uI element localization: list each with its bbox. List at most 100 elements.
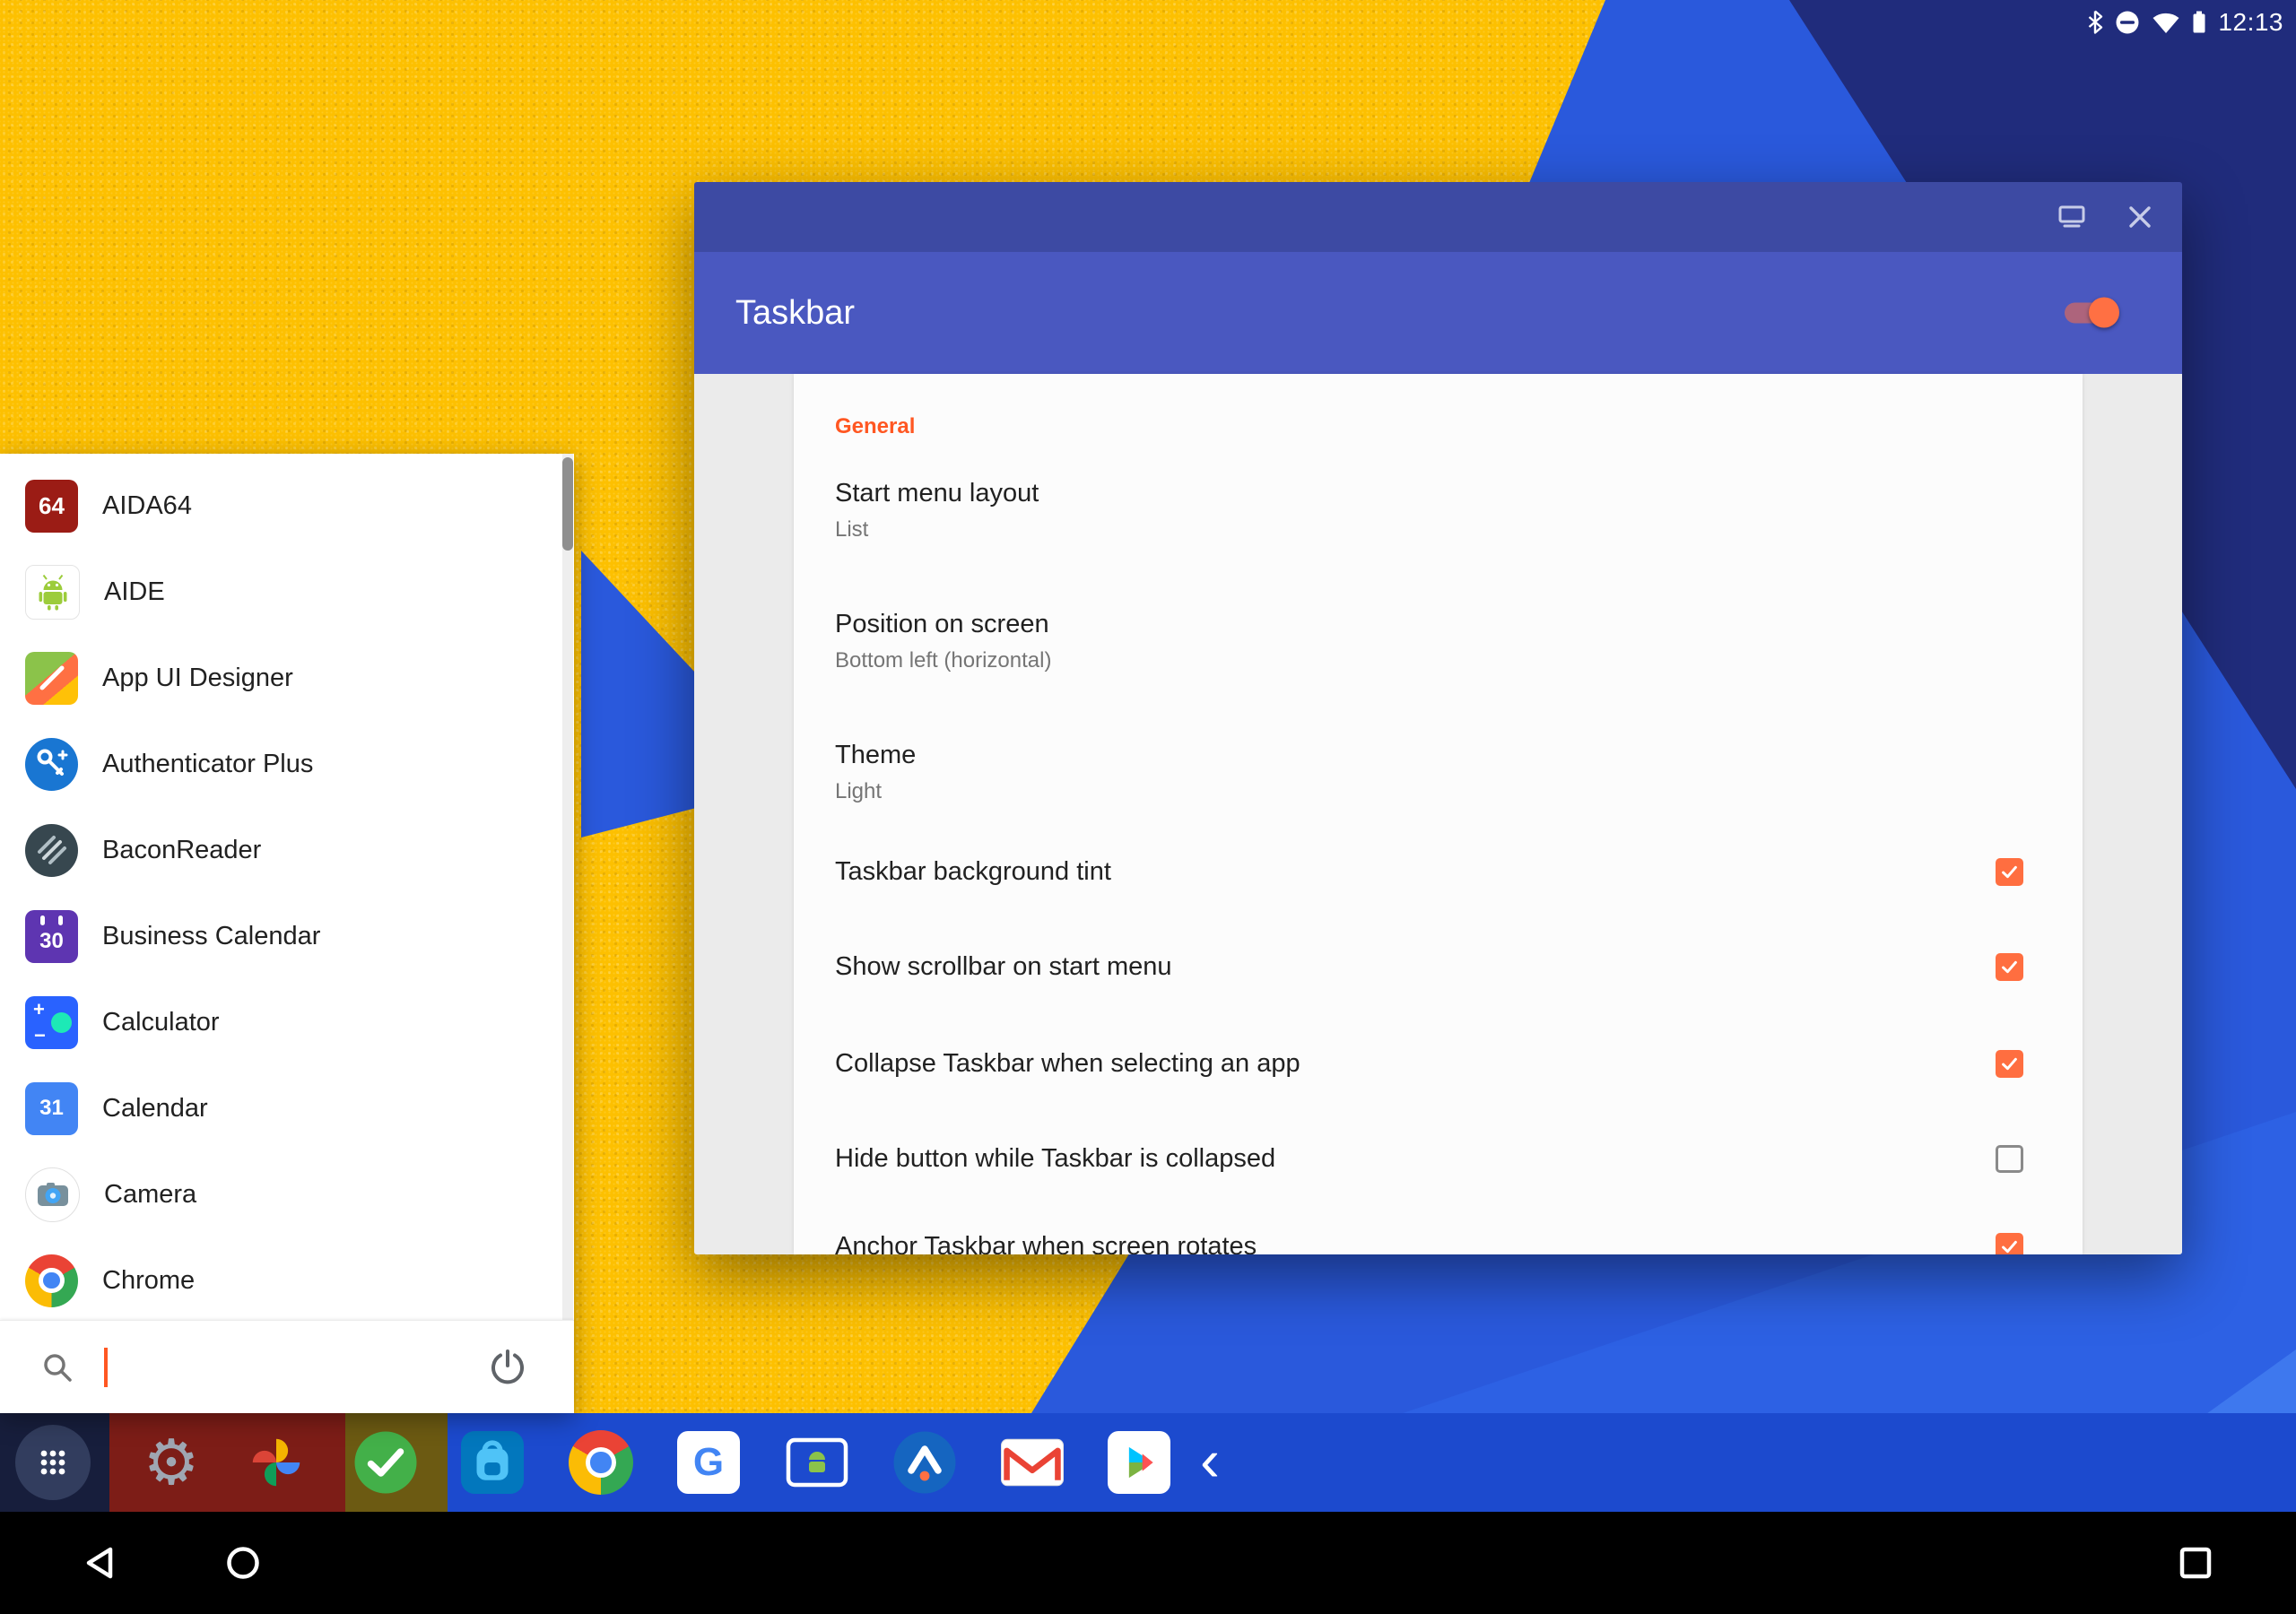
app-row-app-ui-designer[interactable]: App UI Designer bbox=[0, 635, 574, 721]
setting-collapse-on-select[interactable]: Collapse Taskbar when selecting an app bbox=[835, 1035, 2041, 1092]
setting-show-scrollbar[interactable]: Show scrollbar on start menu bbox=[835, 938, 2041, 995]
settings-card: General Start menu layout List Position … bbox=[794, 374, 2083, 1254]
checkbox[interactable] bbox=[1996, 858, 2023, 886]
bluetooth-icon bbox=[2087, 10, 2103, 34]
app-row-authenticator-plus[interactable]: Authenticator Plus bbox=[0, 721, 574, 807]
cast-device-icon bbox=[785, 1436, 849, 1488]
check-icon bbox=[1999, 957, 2020, 977]
setting-hide-button-collapsed[interactable]: Hide button while Taskbar is collapsed bbox=[835, 1130, 2041, 1187]
setting-subtitle: Light bbox=[835, 779, 2041, 804]
app-label: Calendar bbox=[102, 1094, 208, 1124]
baconreader-app-icon bbox=[25, 824, 78, 877]
scrollbar-handle[interactable] bbox=[562, 457, 573, 551]
app-row-aida64[interactable]: 64 AIDA64 bbox=[0, 463, 574, 549]
taskbar-app-cast[interactable] bbox=[785, 1430, 849, 1495]
battery-icon bbox=[2192, 10, 2206, 34]
checkbox[interactable] bbox=[1996, 1145, 2023, 1173]
taskbar-app-backpack[interactable] bbox=[460, 1430, 525, 1495]
app-label: AIDA64 bbox=[102, 491, 192, 521]
play-triangle-icon bbox=[1116, 1439, 1162, 1486]
setting-title: Start menu layout bbox=[835, 478, 2041, 508]
gmail-icon bbox=[1001, 1438, 1064, 1487]
setting-position-on-screen[interactable]: Position on screen Bottom left (horizont… bbox=[835, 609, 2041, 725]
power-icon bbox=[488, 1348, 527, 1387]
setting-title: Show scrollbar on start menu bbox=[835, 952, 1172, 982]
close-icon bbox=[2127, 204, 2152, 230]
app-row-camera[interactable]: Camera bbox=[0, 1151, 574, 1237]
close-window-button[interactable] bbox=[2125, 202, 2155, 232]
taskbar-app-gmail[interactable] bbox=[1000, 1430, 1065, 1495]
check-icon bbox=[1999, 862, 2020, 882]
app-ui-designer-app-icon bbox=[25, 652, 78, 705]
setting-title: Position on screen bbox=[835, 609, 2041, 639]
power-button[interactable] bbox=[481, 1341, 535, 1394]
setting-title: Hide button while Taskbar is collapsed bbox=[835, 1144, 1275, 1174]
setting-start-menu-layout[interactable]: Start menu layout List bbox=[835, 478, 2041, 594]
icon-badge: 30 bbox=[39, 929, 64, 954]
business-calendar-app-icon: 30 bbox=[25, 910, 78, 963]
checkbox[interactable] bbox=[1996, 953, 2023, 981]
start-menu: 64 AIDA64 bbox=[0, 454, 574, 1413]
app-label: App UI Designer bbox=[102, 664, 293, 693]
window-header: Taskbar bbox=[694, 252, 2182, 374]
app-label: Chrome bbox=[102, 1266, 195, 1296]
app-row-baconreader[interactable]: BaconReader bbox=[0, 807, 574, 893]
green-check-icon bbox=[353, 1430, 418, 1495]
home-icon bbox=[225, 1545, 261, 1581]
plus-glyph: + bbox=[33, 998, 45, 1021]
authenticator-plus-app-icon bbox=[25, 738, 78, 791]
google-g-icon: G bbox=[677, 1431, 740, 1494]
setting-anchor-on-rotate[interactable]: Anchor Taskbar when screen rotates bbox=[835, 1218, 2041, 1254]
setting-subtitle: Bottom left (horizontal) bbox=[835, 648, 2041, 673]
aide-app-icon bbox=[25, 565, 80, 620]
icon-badge: 64 bbox=[39, 492, 65, 520]
search-icon bbox=[39, 1349, 75, 1385]
taskbar-app-explorer[interactable] bbox=[892, 1430, 957, 1495]
taskbar-app-chrome[interactable] bbox=[569, 1430, 633, 1495]
icon-badge: 31 bbox=[39, 1096, 64, 1121]
pencil-icon bbox=[30, 656, 74, 699]
check-icon bbox=[1999, 1054, 2020, 1074]
app-row-aide[interactable]: AIDE bbox=[0, 549, 574, 635]
camera-app-icon bbox=[25, 1167, 80, 1222]
app-row-chrome[interactable]: Chrome bbox=[0, 1237, 574, 1321]
do-not-disturb-icon bbox=[2115, 10, 2140, 35]
start-menu-scrollbar[interactable] bbox=[562, 454, 573, 1321]
nav-recents-button[interactable] bbox=[2178, 1545, 2213, 1581]
navigation-bar bbox=[0, 1512, 2296, 1614]
checkbox[interactable] bbox=[1996, 1050, 2023, 1078]
app-row-calculator[interactable]: + − Calculator bbox=[0, 979, 574, 1065]
all-apps-button[interactable] bbox=[15, 1425, 91, 1500]
check-icon bbox=[1999, 1237, 2020, 1255]
apps-grid-icon bbox=[15, 1425, 91, 1500]
taskbar-app-play-store[interactable] bbox=[1107, 1430, 1171, 1495]
setting-taskbar-background-tint[interactable]: Taskbar background tint bbox=[835, 843, 2041, 900]
nav-back-button[interactable] bbox=[82, 1545, 117, 1581]
taskbar-settings-window: Taskbar General Start menu layout List P… bbox=[694, 182, 2182, 1254]
taskbar-app-google[interactable]: G bbox=[676, 1430, 741, 1495]
app-label: Camera bbox=[104, 1180, 196, 1210]
taskbar-app-settings[interactable]: ⚙ bbox=[139, 1430, 204, 1495]
taskbar-app-checkmark[interactable] bbox=[353, 1430, 418, 1495]
explorer-icon bbox=[892, 1430, 957, 1495]
backpack-icon bbox=[461, 1431, 524, 1494]
app-label: Business Calendar bbox=[102, 922, 320, 951]
restore-window-button[interactable] bbox=[2057, 202, 2087, 232]
app-row-business-calendar[interactable]: 30 Business Calendar bbox=[0, 893, 574, 979]
setting-theme[interactable]: Theme Light bbox=[835, 740, 2041, 856]
taskbar-collapse-button[interactable]: ‹ bbox=[1200, 1426, 1220, 1494]
app-label: Calculator bbox=[102, 1008, 220, 1037]
setting-title: Anchor Taskbar when screen rotates bbox=[835, 1232, 1257, 1255]
taskbar-enable-toggle[interactable] bbox=[2065, 303, 2117, 324]
window-titlebar bbox=[694, 182, 2182, 252]
checkbox[interactable] bbox=[1996, 1233, 2023, 1255]
search-input[interactable] bbox=[108, 1321, 481, 1413]
nav-home-button[interactable] bbox=[225, 1545, 261, 1581]
window-content: General Start menu layout List Position … bbox=[694, 374, 2182, 1254]
wifi-icon bbox=[2152, 11, 2180, 34]
setting-subtitle: List bbox=[835, 517, 2041, 542]
app-row-calendar[interactable]: 31 Calendar bbox=[0, 1065, 574, 1151]
teal-dot bbox=[51, 1012, 72, 1033]
bacon-stripes-icon bbox=[30, 829, 74, 872]
taskbar-app-photos[interactable] bbox=[244, 1430, 309, 1495]
